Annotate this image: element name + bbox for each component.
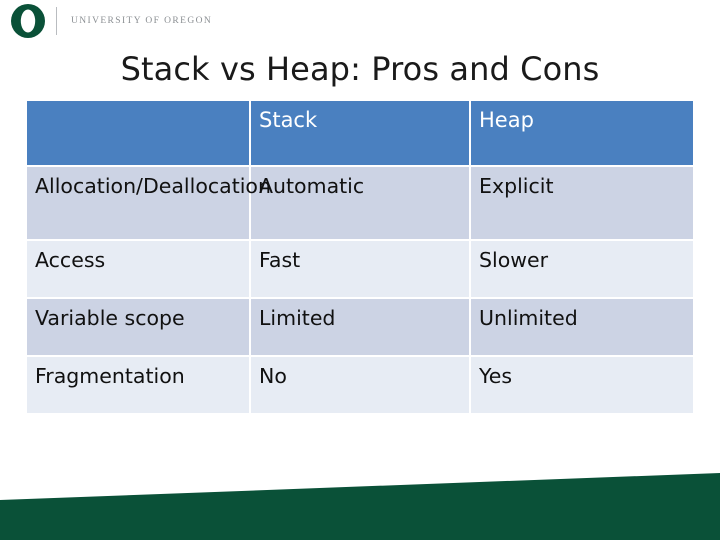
page-title: Stack vs Heap: Pros and Cons — [120, 50, 600, 88]
cell-stack: Limited — [251, 299, 469, 355]
column-header-feature — [27, 101, 249, 165]
column-header-heap: Heap — [471, 101, 693, 165]
table-row: Fragmentation No Yes — [27, 357, 693, 413]
bottom-green-wedge-decoration — [0, 450, 720, 540]
cell-stack: Automatic — [251, 167, 469, 239]
cell-stack: Fast — [251, 241, 469, 297]
cell-heap: Yes — [471, 357, 693, 413]
cell-feature: Access — [27, 241, 249, 297]
column-header-stack: Stack — [251, 101, 469, 165]
brand-bar: UNIVERSITY OF OREGON — [0, 0, 720, 42]
brand-divider — [56, 7, 57, 35]
table-row: Allocation/Deallocation Automatic Explic… — [27, 167, 693, 239]
table-row: Access Fast Slower — [27, 241, 693, 297]
cell-stack: No — [251, 357, 469, 413]
stack-vs-heap-table: Stack Heap Allocation/Deallocation Autom… — [25, 99, 693, 415]
cell-feature: Variable scope — [27, 299, 249, 355]
university-of-oregon-o-logo-icon — [6, 3, 50, 39]
cell-feature: Fragmentation — [27, 357, 249, 413]
table-row: Variable scope Limited Unlimited — [27, 299, 693, 355]
table-header-row: Stack Heap — [27, 101, 693, 165]
cell-feature: Allocation/Deallocation — [27, 167, 271, 239]
brand-name: UNIVERSITY OF OREGON — [71, 16, 213, 26]
cell-heap: Slower — [471, 241, 693, 297]
cell-heap: Unlimited — [471, 299, 693, 355]
cell-heap: Explicit — [471, 167, 693, 239]
